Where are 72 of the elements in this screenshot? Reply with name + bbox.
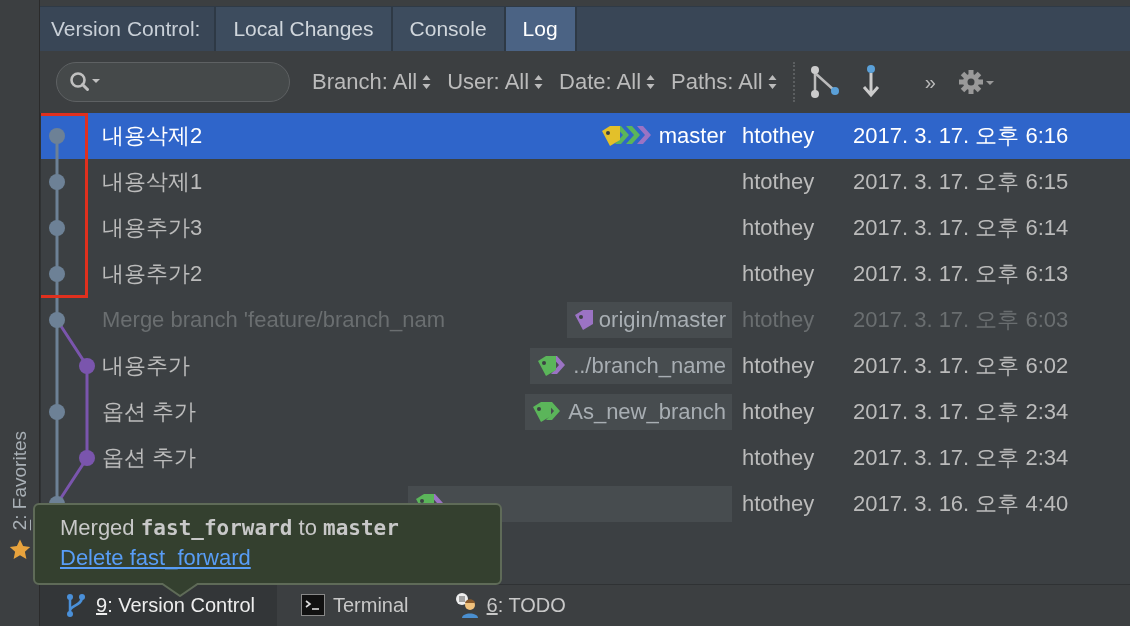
commit-date: 2017. 3. 17. 오후 6:14 bbox=[853, 214, 1070, 242]
branch-icon[interactable] bbox=[808, 65, 841, 99]
author-name: htothey bbox=[741, 169, 816, 195]
commit-row[interactable]: 내용삭제2 master htothey 2017. 3. 17. 오후 6:16 bbox=[41, 113, 1130, 159]
commit-message: 내용삭제1 bbox=[101, 168, 204, 196]
commit-date: 2017. 3. 17. 오후 6:15 bbox=[853, 168, 1070, 196]
commit-message: 옵션 추가 bbox=[101, 444, 198, 472]
commit-row[interactable]: 내용삭제1 htothey 2017. 3. 17. 오후 6:15 bbox=[41, 159, 1130, 205]
commit-date: 2017. 3. 17. 오후 2:34 bbox=[853, 444, 1070, 472]
tab[interactable]: Log bbox=[505, 7, 577, 51]
author-name: htothey bbox=[741, 353, 816, 379]
commit-message: 내용추가2 bbox=[101, 260, 204, 288]
search-field[interactable] bbox=[56, 62, 290, 102]
tag-icon bbox=[538, 355, 568, 377]
author-name: htothey bbox=[741, 491, 816, 517]
author-name: htothey bbox=[741, 123, 816, 149]
commit-node[interactable] bbox=[49, 128, 65, 144]
notification-message: Merged fast_forward to master bbox=[60, 515, 400, 541]
settings-icon[interactable] bbox=[957, 69, 996, 95]
commit-node[interactable] bbox=[49, 404, 65, 420]
branch-label: As_new_branch bbox=[525, 394, 732, 430]
branch-label: ../branch_name bbox=[530, 348, 732, 384]
search-icon bbox=[69, 71, 103, 93]
filter-dropdown[interactable]: Paths: All bbox=[671, 69, 777, 95]
commit-row[interactable]: 옵션 추가 As_new_branch htothey 2017. 3. 17. 오후 2:34 bbox=[41, 389, 1130, 435]
commit-date: 2017. 3. 17. 오후 6:13 bbox=[853, 260, 1070, 288]
more-button[interactable]: » bbox=[924, 70, 936, 94]
commit-date: 2017. 3. 17. 오후 6:16 bbox=[853, 122, 1070, 150]
tool-window-tab[interactable]: 6: TODO bbox=[430, 585, 588, 626]
tag-icon bbox=[574, 309, 593, 331]
author-name: htothey bbox=[741, 215, 816, 241]
commit-message: 내용추가3 bbox=[101, 214, 204, 242]
commit-node[interactable] bbox=[79, 450, 95, 466]
commit-date: 2017. 3. 16. 오후 4:40 bbox=[853, 490, 1070, 518]
commit-row[interactable]: 내용추가2 htothey 2017. 3. 17. 오후 6:13 bbox=[41, 251, 1130, 297]
commit-row[interactable]: 내용추가 ../branch_name htothey 2017. 3. 17. 오후 6:02 bbox=[41, 343, 1130, 389]
filter-dropdown[interactable]: Date: All bbox=[559, 69, 656, 95]
tool-window-tab[interactable]: 9: Version Control bbox=[40, 585, 277, 626]
person-icon bbox=[454, 592, 479, 619]
tab[interactable]: Local Changes bbox=[216, 7, 393, 51]
sort-arrows-icon bbox=[422, 74, 432, 90]
author-name: htothey bbox=[741, 261, 816, 287]
filter-dropdown[interactable]: User: All bbox=[447, 69, 544, 95]
filter-dropdown[interactable]: Branch: All bbox=[312, 69, 432, 95]
commit-message: 내용추가 bbox=[101, 352, 191, 380]
tab[interactable]: Console bbox=[392, 7, 506, 51]
delete-link[interactable]: Delete fast_forward bbox=[60, 545, 251, 571]
terminal-icon bbox=[301, 592, 325, 619]
author-name: htothey bbox=[741, 445, 816, 471]
download-arrow-icon[interactable] bbox=[860, 65, 881, 99]
commit-node[interactable] bbox=[49, 174, 65, 190]
author-name: htothey bbox=[741, 399, 816, 425]
sort-arrows-icon bbox=[646, 74, 656, 90]
commit-date: 2017. 3. 17. 오후 6:02 bbox=[853, 352, 1070, 380]
sort-arrows-icon bbox=[534, 74, 544, 90]
commit-node[interactable] bbox=[49, 220, 65, 236]
commit-message: 내용삭제2 bbox=[101, 122, 204, 150]
favorites-tab[interactable]: 2: Favorites bbox=[8, 430, 31, 530]
commit-row[interactable]: 내용추가3 htothey 2017. 3. 17. 오후 6:14 bbox=[41, 205, 1130, 251]
tool-window-tab[interactable]: Terminal bbox=[277, 585, 431, 626]
commit-node[interactable] bbox=[49, 266, 65, 282]
branch-label: origin/master bbox=[566, 302, 732, 338]
commit-message: 옵션 추가 bbox=[101, 398, 198, 426]
commit-node[interactable] bbox=[79, 358, 95, 374]
tag-icon bbox=[533, 401, 563, 423]
branch-label: master bbox=[593, 118, 732, 154]
commit-row[interactable]: 옵션 추가 htothey 2017. 3. 17. 오후 2:34 bbox=[41, 435, 1130, 481]
commit-node[interactable] bbox=[49, 312, 65, 328]
branch-icon bbox=[64, 592, 88, 619]
tag-icon bbox=[601, 125, 653, 147]
sort-arrows-icon bbox=[767, 74, 777, 90]
commit-date: 2017. 3. 17. 오후 2:34 bbox=[853, 398, 1070, 426]
